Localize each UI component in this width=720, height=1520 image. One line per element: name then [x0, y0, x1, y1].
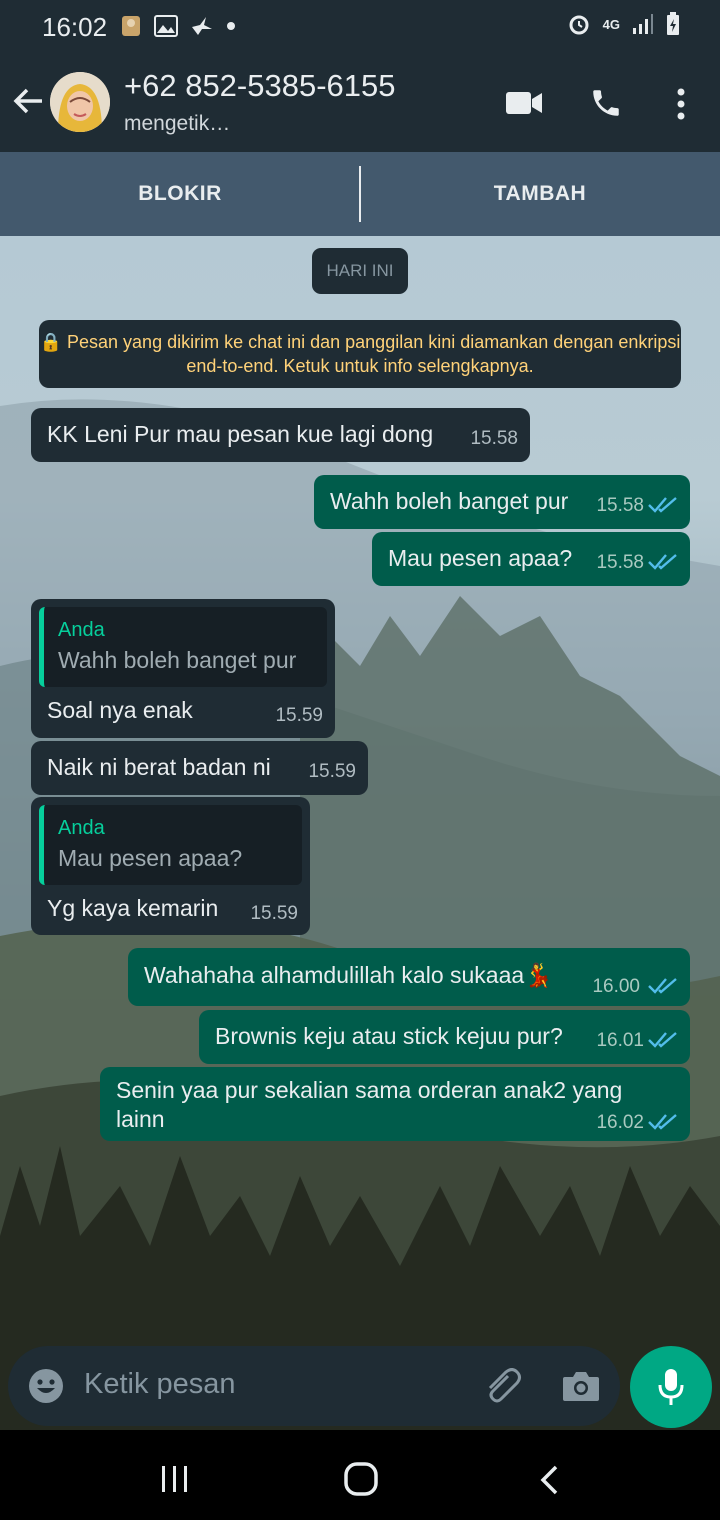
dot-icon	[227, 22, 235, 30]
voice-message-button[interactable]	[630, 1346, 712, 1428]
message-time: 15.58	[596, 552, 644, 573]
read-ticks-icon	[648, 978, 677, 994]
message-incoming[interactable]: Naik ni berat badan ni 15.59	[31, 741, 368, 795]
system-icons: 4G	[567, 12, 680, 36]
message-time: 15.59	[308, 761, 356, 782]
photo-icon	[122, 16, 140, 36]
emoji-icon[interactable]	[28, 1368, 64, 1404]
chat-area[interactable]: HARI INI 🔒 Pesan yang dikirim ke chat in…	[0, 236, 720, 1430]
message-text: Brownis keju atau stick kejuu pur?	[215, 1023, 563, 1049]
bird-icon	[192, 17, 212, 35]
message-text: Mau pesen apaa?	[388, 545, 573, 571]
home-icon[interactable]	[344, 1462, 378, 1496]
back-icon[interactable]	[538, 1464, 562, 1496]
signal-icon	[633, 14, 653, 34]
message-time: 15.59	[275, 705, 323, 726]
camera-icon[interactable]	[562, 1370, 600, 1402]
message-incoming-reply[interactable]: Anda Wahh boleh banget pur Soal nya enak…	[31, 599, 335, 738]
block-button[interactable]: BLOKIR	[0, 152, 360, 236]
read-ticks-icon	[648, 1032, 677, 1048]
message-text: Soal nya enak	[47, 697, 193, 723]
message-composer[interactable]: Ketik pesan	[8, 1346, 620, 1426]
add-contact-button[interactable]: TAMBAH	[360, 152, 720, 236]
contact-status: mengetik…	[124, 112, 231, 135]
message-outgoing[interactable]: Senin yaa pur sekalian sama orderan anak…	[100, 1067, 690, 1141]
network-type: 4G	[602, 16, 620, 32]
read-ticks-icon	[648, 554, 677, 570]
message-time: 15.59	[250, 903, 298, 924]
message-time: 16.02	[596, 1112, 644, 1133]
message-text: Wahh boleh banget pur	[330, 488, 569, 514]
video-call-icon[interactable]	[505, 90, 543, 116]
attach-icon[interactable]	[484, 1368, 524, 1404]
message-outgoing[interactable]: Wahh boleh banget pur 15.58	[314, 475, 690, 529]
message-time: 15.58	[470, 428, 518, 449]
message-text: Yg kaya kemarin	[47, 895, 219, 921]
more-options-icon[interactable]	[676, 88, 686, 120]
message-text: Wahahaha alhamdulillah kalo sukaaa💃	[144, 962, 553, 988]
image-icon	[154, 15, 178, 37]
alarm-icon	[569, 15, 589, 35]
battery-icon	[667, 12, 679, 35]
message-outgoing[interactable]: Mau pesen apaa? 15.58	[372, 532, 690, 586]
chat-header: +62 852-5385-6155 mengetik…	[0, 54, 720, 152]
avatar[interactable]	[50, 72, 110, 132]
voice-call-icon[interactable]	[589, 86, 623, 120]
message-incoming-reply[interactable]: Anda Mau pesen apaa? Yg kaya kemarin 15.…	[31, 797, 310, 935]
quote-author: Anda	[58, 817, 105, 839]
status-time: 16:02	[42, 12, 108, 42]
encryption-notice[interactable]: 🔒 Pesan yang dikirim ke chat ini dan pan…	[39, 320, 681, 388]
system-nav-bar	[0, 1430, 720, 1520]
status-bar: 16:02 4G	[0, 0, 720, 54]
message-outgoing[interactable]: Wahahaha alhamdulillah kalo sukaaa💃 16.0…	[128, 948, 690, 1006]
recent-apps-icon[interactable]	[160, 1464, 190, 1494]
read-ticks-icon	[648, 497, 677, 513]
quote-text: Mau pesen apaa?	[58, 845, 243, 871]
quoted-message[interactable]: Anda Mau pesen apaa?	[39, 805, 302, 885]
quoted-message[interactable]: Anda Wahh boleh banget pur	[39, 607, 327, 687]
message-incoming[interactable]: KK Leni Pur mau pesan kue lagi dong 15.5…	[31, 408, 530, 462]
message-text: Naik ni berat badan ni	[47, 754, 271, 780]
message-input[interactable]: Ketik pesan	[84, 1368, 236, 1401]
back-arrow-icon[interactable]	[12, 86, 44, 116]
read-ticks-icon	[648, 1114, 677, 1130]
message-outgoing[interactable]: Brownis keju atau stick kejuu pur? 16.01	[199, 1010, 690, 1064]
message-time: 15.58	[596, 495, 644, 516]
message-time: 16.01	[596, 1030, 644, 1051]
message-text: KK Leni Pur mau pesan kue lagi dong	[47, 421, 434, 447]
date-chip: HARI INI	[312, 248, 408, 294]
microphone-icon	[658, 1369, 684, 1405]
quote-author: Anda	[58, 619, 105, 641]
unknown-contact-actions: BLOKIR TAMBAH	[0, 152, 720, 236]
contact-name[interactable]: +62 852-5385-6155	[124, 68, 396, 104]
quote-text: Wahh boleh banget pur	[58, 647, 297, 673]
message-time: 16.00	[592, 976, 640, 997]
notification-icons	[120, 14, 236, 38]
message-text: Senin yaa pur sekalian sama orderan anak…	[116, 1077, 623, 1132]
